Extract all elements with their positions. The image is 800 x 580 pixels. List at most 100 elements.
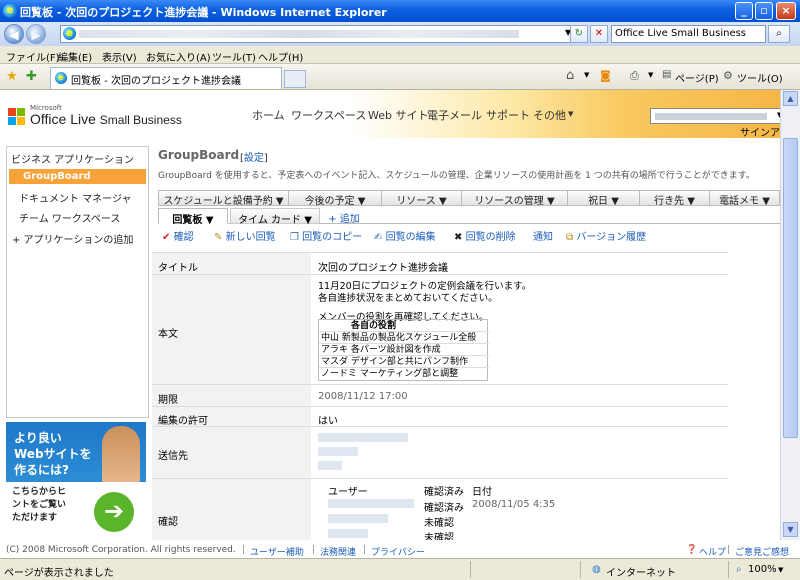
due-value: 2008/11/12 17:00 [318,391,408,402]
new-tab-button[interactable] [284,70,306,88]
tab-timecard[interactable]: タイム カード ▼ [230,208,320,226]
footer-link-privacy[interactable]: プライバシー [371,545,425,558]
tools-menu[interactable]: ツール(O) [737,70,783,85]
address-field[interactable]: e ▼ [60,25,580,43]
check-icon: ✔ [162,232,171,243]
promo-headline: より良い Webサイトを 作るには? [14,431,92,477]
nav-workspace[interactable]: ワークスペース [291,107,366,123]
settings-link[interactable]: 設定 [244,153,264,164]
tab-circular-board[interactable]: 回覧板 ▼ [158,208,228,226]
tab-upcoming[interactable]: 今後の予定 ▼ [289,191,382,207]
scroll-down-icon[interactable]: ▼ [783,522,798,537]
signout-link[interactable]: サインアウト [740,124,780,139]
tab-resources[interactable]: リソース ▼ [382,191,462,207]
notify-button[interactable]: 通知 [533,228,553,243]
globe-icon: ◍ [592,564,601,575]
sidebar-item-groupboard[interactable]: GroupBoard [9,169,146,184]
window-titlebar: e 回覧板 - 次回のプロジェクト進捗会議 - Windows Internet… [0,0,800,22]
delete-circular-button[interactable]: ✖ 回覧の削除 [454,228,516,243]
menu-help[interactable]: ヘルプ(H) [258,49,303,64]
print-icon[interactable]: ⎙ [630,69,639,83]
footer-link-accessibility[interactable]: ユーザー補助 [250,545,304,558]
feedback-link[interactable]: ご意見ご感想 [735,545,789,558]
page-menu[interactable]: ページ(P) [675,70,719,85]
forward-button[interactable]: ▶ [26,24,46,44]
app-tabs-row1: スケジュールと設備予約 ▼ 今後の予定 ▼ リソース ▼ リソースの管理 ▼ 祝… [158,190,780,207]
logo-small-business: Small Business [99,113,182,127]
promo-banner[interactable]: より良い Webサイトを 作るには? こちらからヒ ントをご覧い ただけます ➔ [6,422,146,538]
copy-circular-button[interactable]: ❐ 回覧のコピー [290,228,362,243]
tab-holidays[interactable]: 祝日 ▼ [568,191,640,207]
home-dropdown-icon[interactable]: ▼ [584,71,589,79]
add-favorites-icon[interactable]: ✚ [26,69,37,84]
search-input[interactable]: Office Live Small Business [611,25,766,43]
row-body: 本文 11月20日にプロジェクトの定例会議を行います。 各自進捗状況をまとめてお… [152,275,728,385]
security-zone: インターネット [606,568,676,579]
user-redacted [328,514,388,523]
scroll-up-icon[interactable]: ▲ [783,91,798,106]
nav-more[interactable]: その他 [533,107,566,123]
add-tab-button[interactable]: + 追加 [324,208,364,225]
confirm-status: 未確認 [424,518,454,529]
promo-text: こちらからヒ ントをご覧い ただけます [12,487,67,523]
new-circular-button[interactable]: ✎ 新しい回覧 [214,228,276,243]
sidebar-item-add-application[interactable]: + アプリケーションの追加 [12,231,133,246]
minimize-button[interactable]: _ [735,2,753,20]
tab-phone-memo[interactable]: 電話メモ ▼ [710,191,779,207]
home-icon[interactable]: ⌂ [566,68,574,83]
menu-file[interactable]: ファイル(F) [6,49,60,64]
nav-support[interactable]: サポート [486,107,530,123]
close-button[interactable]: × [776,2,796,20]
edit-circular-button[interactable]: ✍ 回覧の編集 [374,228,436,243]
due-label: 期限 [158,395,178,406]
back-button[interactable]: ◀ [4,24,24,44]
user-redacted [328,529,368,538]
menu-view[interactable]: 表示(V) [102,49,137,64]
body-line2: 各自進捗状況をまとめておいてください。 [318,293,498,304]
help-link[interactable]: ヘルプ [699,545,726,558]
version-history-button[interactable]: ⧉ バージョン履歴 [566,228,646,243]
sidebar-item-document-manager[interactable]: ドキュメント マネージャ [19,190,131,205]
promo-person-image [102,426,140,484]
refresh-button[interactable]: ↻ [570,25,588,43]
site-logo[interactable]: Office Live Small Business [30,111,182,127]
menu-favorites[interactable]: お気に入り(A) [146,49,211,64]
row-title: タイトル 次回のプロジェクト進捗会議 [152,253,728,275]
ie-logo-icon: e [3,4,17,18]
row-edit-permission: 編集の許可 はい [152,407,728,427]
favorites-star-icon[interactable]: ★ [6,69,18,84]
sidebar-header: ビジネス アプリケーション [11,155,134,166]
print-dropdown-icon[interactable]: ▼ [648,71,653,79]
arrow-right-icon[interactable]: ➔ [94,492,134,532]
confirm-button[interactable]: ✔ 確認 [162,228,194,243]
tab-whereabouts[interactable]: 行き先 ▼ [640,191,710,207]
account-selector[interactable]: ▼ [650,108,780,124]
nav-home[interactable]: ホーム [252,107,285,123]
zoom-level[interactable]: 100% [748,564,777,575]
action-toolbar: ✔ 確認 ✎ 新しい回覧 ❐ 回覧のコピー ✍ 回覧の編集 ✖ 回覧の削除 通知… [158,228,738,244]
nav-more-dropdown-icon: ▼ [568,110,574,118]
vertical-scrollbar[interactable]: ▲ ▼ [780,90,800,540]
zoom-dropdown-icon[interactable]: ▼ [778,566,783,574]
maximize-button[interactable]: ▫ [755,2,773,20]
body-label: 本文 [158,329,178,340]
browser-tab[interactable]: e 回覧板 - 次回のプロジェクト進捗会議 [50,67,282,89]
roles-table: 各自の役割 中山 新製品の製品化スケジュール全般 アラキ 各パーツ設計図を作成 … [318,319,489,381]
menu-edit[interactable]: 編集(E) [58,49,92,64]
copyright: (C) 2008 Microsoft Corporation. All righ… [6,545,236,555]
nav-email[interactable]: 電子メール [427,107,482,123]
scrollbar-thumb[interactable] [783,138,798,438]
web-page: Microsoft Office Live Small Business ホーム… [0,90,780,540]
search-icon[interactable]: ⌕ [768,25,790,43]
tab-schedule[interactable]: スケジュールと設備予約 ▼ [159,191,289,207]
tab-resource-management[interactable]: リソースの管理 ▼ [462,191,568,207]
feeds-icon[interactable]: ◙ [600,69,611,82]
stop-button[interactable]: ✕ [590,25,608,43]
nav-website[interactable]: Web サイト [368,107,428,123]
sidebar: ビジネス アプリケーション GroupBoard ドキュメント マネージャ チー… [6,146,149,418]
confirm-date: 2008/11/05 4:35 [472,499,556,510]
footer-link-legal[interactable]: 法務関連 [320,545,356,558]
menu-tools[interactable]: ツール(T) [212,49,256,64]
sidebar-item-team-workspace[interactable]: チーム ワークスペース [19,210,120,225]
row-confirmation: 確認 ユーザー 確認済み 日付 確認済み 2008/11/05 4:35 未確認… [152,479,728,540]
